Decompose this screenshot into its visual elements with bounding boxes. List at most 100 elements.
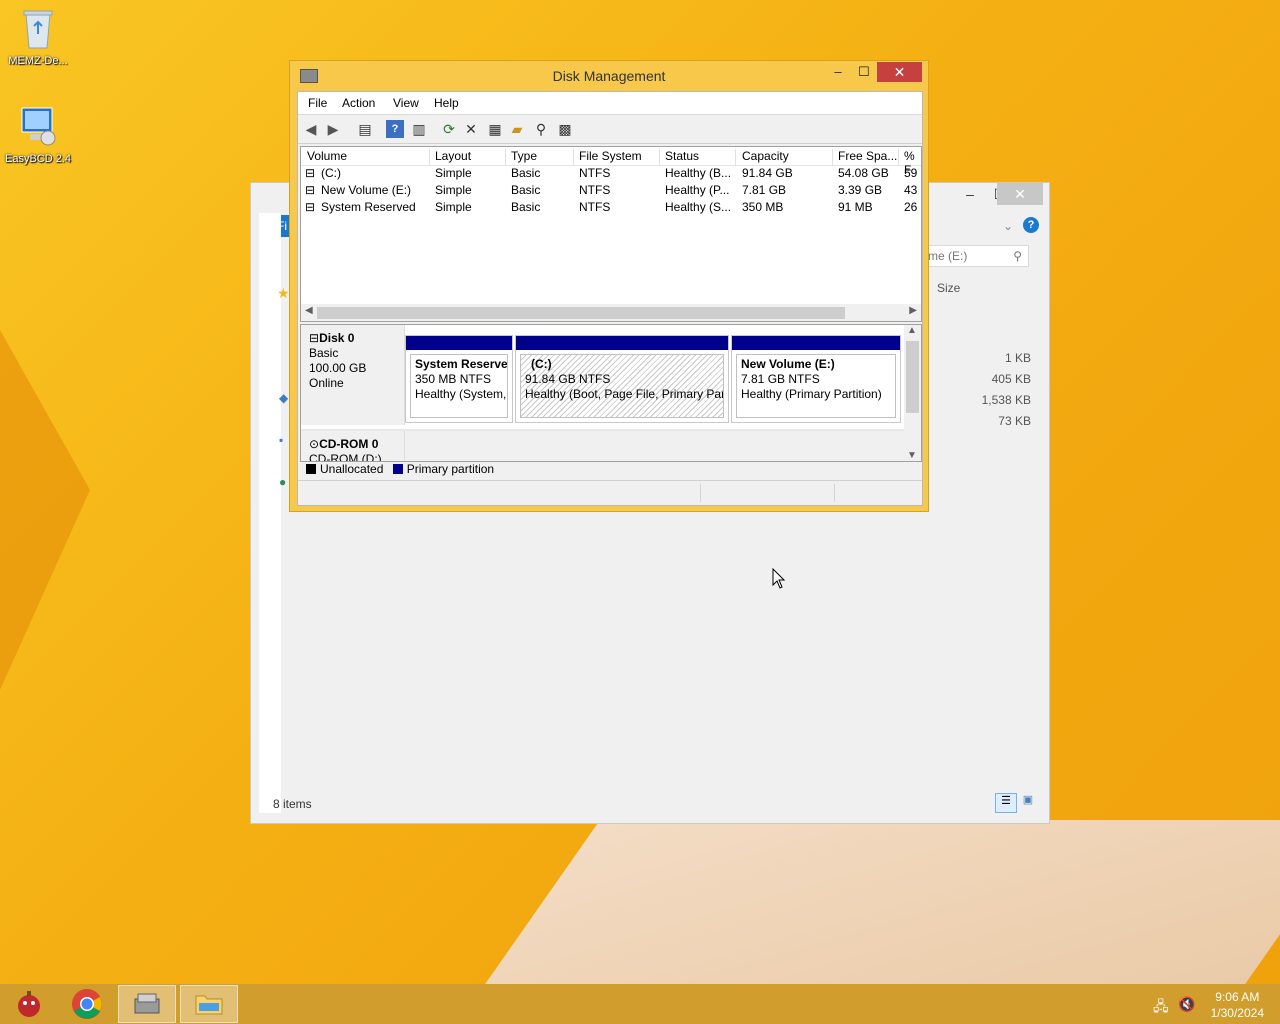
column-header-type[interactable]: Type <box>505 149 574 165</box>
folder-icon <box>195 995 223 1015</box>
navigation-pane: ★ ◆ ▪ ● <box>259 213 290 813</box>
easybcd-icon <box>21 107 56 146</box>
cdrom-0-label[interactable]: ⊙CD-ROM 0 CD-ROM (D:) <box>301 431 405 462</box>
column-header-file-system[interactable]: File System <box>573 149 660 165</box>
back-arrow-icon[interactable]: ◀ <box>302 120 320 138</box>
menu-view[interactable]: View <box>393 96 419 110</box>
help-icon[interactable]: ? <box>386 120 404 138</box>
search-icon[interactable]: ⚲ <box>532 120 550 138</box>
volume-row[interactable]: ⊟ System Reserved Simple Basic NTFS Heal… <box>301 199 921 216</box>
partition-system-reserved[interactable]: System Reserved 350 MB NTFS Healthy (Sys… <box>405 335 513 423</box>
volume-file-system: NTFS <box>579 183 611 197</box>
desktop-icon-recycle-bin[interactable]: MEMZ-De... <box>0 6 76 67</box>
taskbar-memz-app[interactable] <box>0 985 58 1023</box>
column-header-free-space[interactable]: Free Spa... <box>832 149 899 165</box>
open-folder-icon[interactable]: ▰ <box>508 120 526 138</box>
volume-status: Healthy (P... <box>665 183 730 197</box>
large-icons-view-icon[interactable]: ▣ <box>1019 793 1037 811</box>
column-header-capacity[interactable]: Capacity <box>736 149 833 165</box>
settings-icon[interactable]: ▩ <box>556 120 574 138</box>
item-count-status: 8 items <box>273 797 312 811</box>
column-header-percent-free[interactable]: % F <box>898 149 921 177</box>
desktop-icon-easybcd[interactable]: EasyBCD 2.4 <box>0 104 76 165</box>
horizontal-scrollbar[interactable]: ◀ ▶ <box>301 304 921 321</box>
cdrom-drive-letter: CD-ROM (D:) <box>309 452 382 462</box>
chevron-down-icon[interactable]: ⌄ <box>1003 219 1013 233</box>
forward-arrow-icon[interactable]: ▶ <box>324 120 342 138</box>
volume-percent-free: 26 <box>904 200 918 214</box>
volume-row[interactable]: ⊟ New Volume (E:) Simple Basic NTFS Heal… <box>301 182 921 199</box>
partition-status: Healthy (Primary Partition) <box>741 387 882 401</box>
disk-management-icon <box>134 993 160 1014</box>
minimize-button[interactable]: – <box>955 183 985 205</box>
volume-name: New Volume (E:) <box>321 183 412 197</box>
menu-help[interactable]: Help <box>434 96 459 110</box>
memz-icon <box>18 991 40 1017</box>
disk-0-label[interactable]: ⊟Disk 0 Basic 100.00 GB Online <box>301 325 405 425</box>
disk-management-window[interactable]: Disk Management – ☐ ✕ File Action View H… <box>289 60 929 512</box>
taskbar-file-explorer-app[interactable] <box>180 985 238 1023</box>
clock-time: 9:06 AM <box>1215 990 1260 1004</box>
close-button[interactable]: ✕ <box>877 62 922 82</box>
taskbar-chrome-app[interactable] <box>58 985 116 1023</box>
status-separator <box>834 484 835 502</box>
column-header-volume[interactable]: Volume <box>301 149 430 165</box>
clock[interactable]: 9:06 AM 1/30/2024 <box>1211 989 1264 1021</box>
volume-list[interactable]: Volume Layout Type File System Status Ca… <box>300 146 922 322</box>
search-input[interactable]: me (E:) ⚲ <box>927 245 1029 267</box>
details-view-icon[interactable]: ☰ <box>995 793 1017 813</box>
star-icon: ★ <box>277 285 290 301</box>
title-bar[interactable]: Disk Management – ☐ ✕ <box>290 61 928 91</box>
search-icon: ⚲ <box>1013 249 1022 263</box>
network-icon[interactable]: 🖧 <box>1153 996 1169 1020</box>
volume-muted-icon[interactable]: 🔇 <box>1178 996 1195 1013</box>
file-size: 1,538 KB <box>981 393 1031 407</box>
column-header-status[interactable]: Status <box>659 149 736 165</box>
hard-disk-icon: ⊟ <box>309 331 320 345</box>
volume-layout: Simple <box>435 166 472 180</box>
maximize-button[interactable]: ☐ <box>854 62 874 82</box>
volume-type: Basic <box>511 183 541 197</box>
drive-icon: ⊟ <box>305 183 316 197</box>
menu-file[interactable]: File <box>308 96 327 110</box>
scroll-up-icon[interactable]: ▲ <box>907 325 917 336</box>
legend-unallocated: Unallocated <box>320 462 384 476</box>
close-button[interactable]: ✕ <box>997 183 1043 205</box>
scroll-right-icon[interactable]: ▶ <box>909 305 917 316</box>
volume-layout: Simple <box>435 200 472 214</box>
delete-icon[interactable]: ✕ <box>462 120 480 138</box>
unallocated-swatch <box>306 464 316 474</box>
menu-action[interactable]: Action <box>342 96 375 110</box>
drive-icon: ⊟ <box>305 200 316 214</box>
scrollbar-thumb[interactable] <box>317 307 845 319</box>
minimize-button[interactable]: – <box>828 62 848 82</box>
legend: Unallocated Primary partition <box>306 462 494 476</box>
partition-size: 350 MB NTFS <box>415 372 492 386</box>
volume-status: Healthy (S... <box>665 200 732 214</box>
partition-name: System Reserved <box>415 357 508 371</box>
volume-free-space: 3.39 GB <box>838 183 883 197</box>
primary-partition-bar <box>516 336 728 350</box>
disk-graphical-view[interactable]: ⊟Disk 0 Basic 100.00 GB Online System Re… <box>300 324 922 462</box>
partition-c[interactable]: (C:) 91.84 GB NTFS Healthy (Boot, Page F… <box>515 335 729 423</box>
scrollbar-thumb[interactable] <box>906 341 919 413</box>
partition-e[interactable]: New Volume (E:) 7.81 GB NTFS Healthy (Pr… <box>731 335 901 423</box>
scroll-down-icon[interactable]: ▼ <box>907 450 917 461</box>
volume-row[interactable]: ⊟ (C:) Simple Basic NTFS Healthy (B... 9… <box>301 165 921 182</box>
disk-state: Online <box>309 376 344 390</box>
column-header-size[interactable]: Size <box>937 281 960 295</box>
taskbar-disk-management-app[interactable] <box>118 985 176 1023</box>
cdrom-name: ⊙CD-ROM 0 <box>309 437 379 451</box>
help-icon[interactable]: ? <box>1023 217 1039 233</box>
scroll-left-icon[interactable]: ◀ <box>305 305 313 316</box>
status-separator <box>700 484 701 502</box>
refresh-icon[interactable]: ⟳ <box>440 120 458 138</box>
column-header-layout[interactable]: Layout <box>429 149 506 165</box>
console-tree-icon[interactable]: ▤ <box>356 120 374 138</box>
vertical-scrollbar[interactable]: ▲ ▼ <box>904 325 921 461</box>
homegroup-icon: ● <box>279 475 287 489</box>
properties-icon[interactable]: ▦ <box>486 120 504 138</box>
show-hide-pane-icon[interactable]: ▥ <box>410 120 428 138</box>
volume-capacity: 7.81 GB <box>742 183 787 197</box>
volume-list-header: Volume Layout Type File System Status Ca… <box>301 147 921 177</box>
